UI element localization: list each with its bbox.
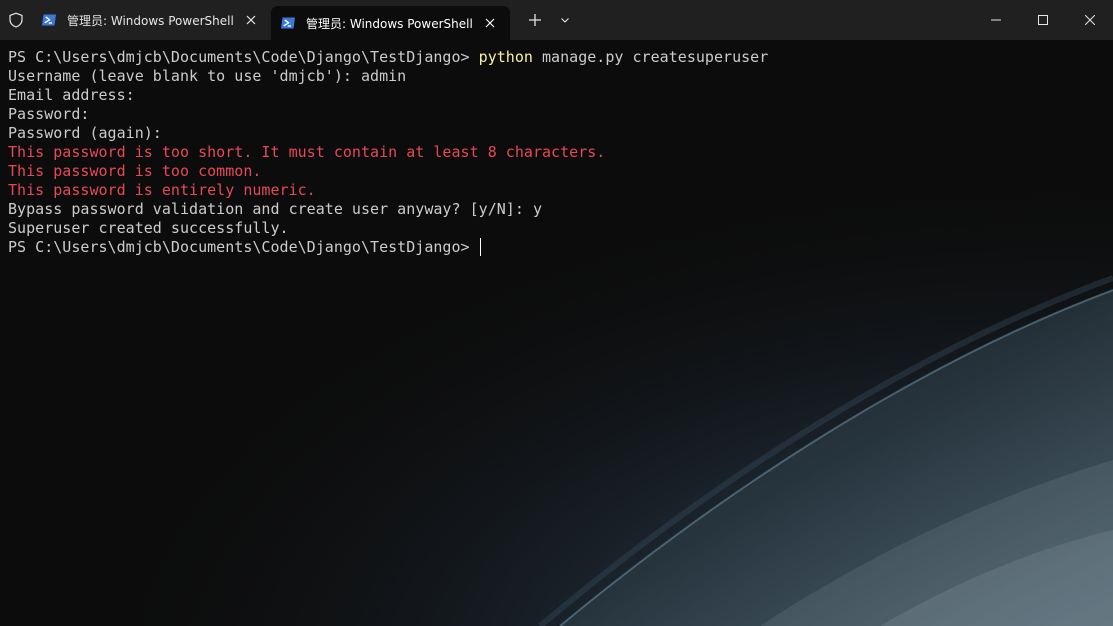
tab-powershell-1[interactable]: 管理员: Windows PowerShell (32, 0, 271, 40)
powershell-icon (281, 17, 295, 29)
titlebar-drag-area[interactable] (574, 0, 972, 40)
close-icon[interactable] (243, 12, 259, 28)
output-line: Bypass password validation and create us… (8, 200, 542, 218)
output-line: Email address: (8, 86, 135, 104)
command-arguments: manage.py createsuperuser (532, 48, 769, 66)
powershell-icon (42, 14, 56, 26)
window-close-button[interactable] (1066, 0, 1113, 40)
prompt: PS C:\Users\dmjcb\Documents\Code\Django\… (8, 48, 479, 66)
success-line: Superuser created successfully. (8, 219, 289, 237)
chevron-down-icon (561, 18, 569, 23)
close-icon (1084, 15, 1095, 25)
text-cursor (479, 238, 481, 256)
minimize-icon (990, 19, 1001, 21)
plus-icon (529, 14, 541, 26)
tab-powershell-2[interactable]: 管理员: Windows PowerShell (271, 6, 510, 40)
maximize-button[interactable] (1019, 0, 1066, 40)
minimize-button[interactable] (972, 0, 1019, 40)
tab-title: 管理员: Windows PowerShell (67, 13, 234, 28)
shield-icon (0, 0, 32, 40)
error-line: This password is entirely numeric. (8, 181, 316, 199)
output-line: Username (leave blank to use 'dmjcb'): a… (8, 67, 407, 85)
terminal-output[interactable]: PS C:\Users\dmjcb\Documents\Code\Django\… (8, 48, 1108, 257)
error-line: This password is too common. (8, 162, 262, 180)
new-tab-button[interactable] (514, 0, 556, 40)
command-executable: python (478, 48, 533, 66)
output-line: Password (again): (8, 124, 162, 142)
terminal-window: 管理员: Windows PowerShell 管理员: Windows Pow… (0, 0, 1113, 626)
prompt: PS C:\Users\dmjcb\Documents\Code\Django\… (8, 238, 479, 256)
close-icon[interactable] (482, 15, 498, 31)
maximize-icon (1037, 15, 1048, 25)
output-line: Password: (8, 105, 90, 123)
error-line: This password is too short. It must cont… (8, 143, 606, 161)
tab-bar: 管理员: Windows PowerShell 管理员: Windows Pow… (0, 0, 1113, 40)
tab-title: 管理员: Windows PowerShell (306, 16, 473, 31)
command-line: PS C:\Users\dmjcb\Documents\Code\Django\… (8, 48, 1108, 67)
current-prompt-line: PS C:\Users\dmjcb\Documents\Code\Django\… (8, 238, 1108, 257)
tab-dropdown-button[interactable] (556, 0, 574, 40)
